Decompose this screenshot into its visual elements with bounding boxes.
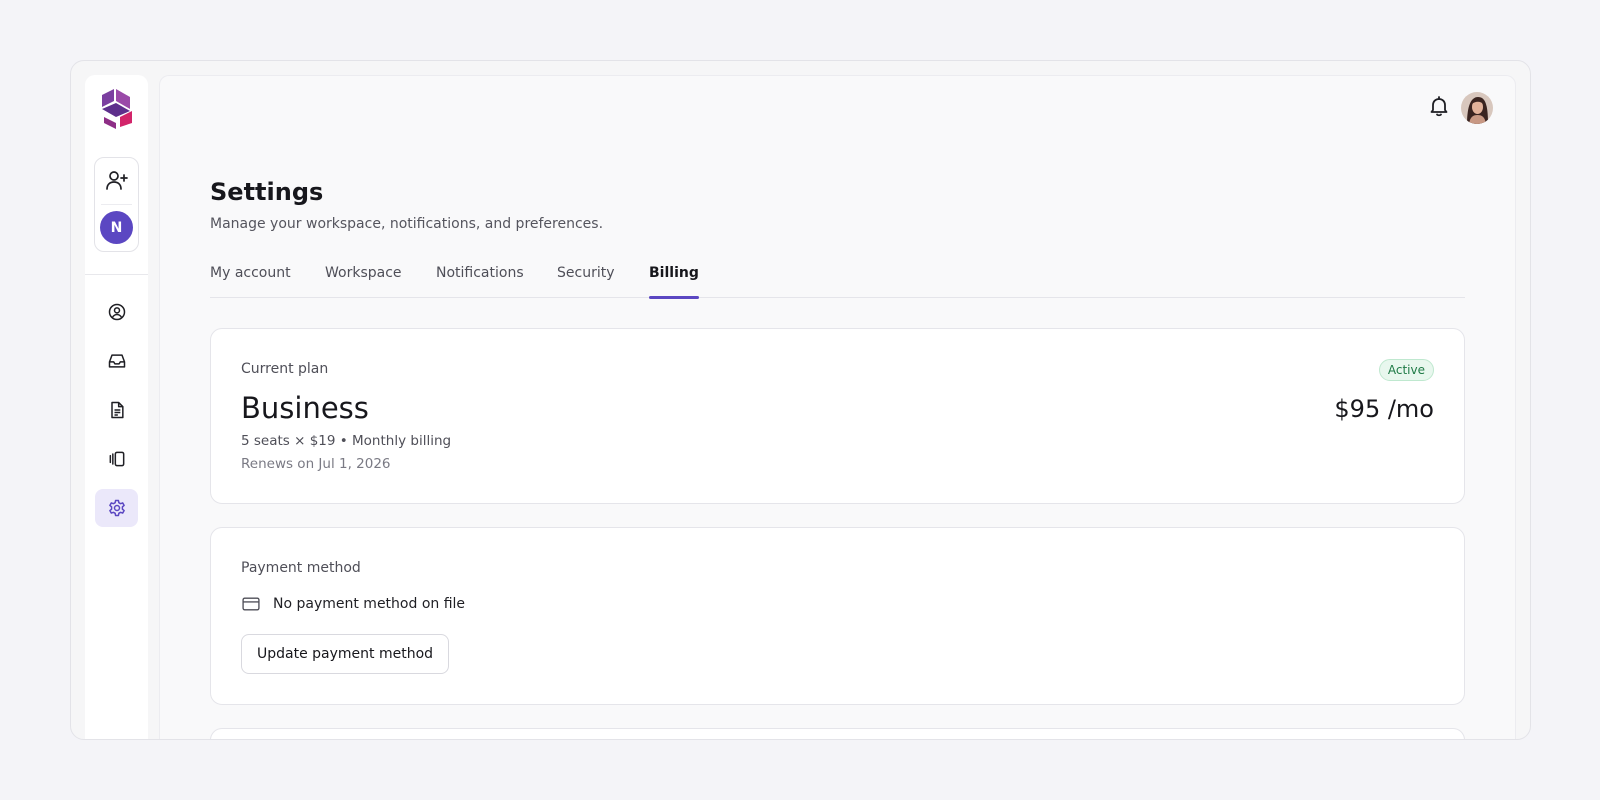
- update-payment-button[interactable]: Update payment method: [241, 634, 450, 674]
- tab-notifications[interactable]: Notifications: [436, 265, 524, 298]
- plan-price: $95 /mo: [1334, 395, 1434, 423]
- sidebar: N: [85, 75, 148, 739]
- sidebar-item-settings[interactable]: [95, 489, 138, 527]
- team-switcher: N: [94, 157, 139, 252]
- user-photo: [1461, 92, 1493, 124]
- payment-method-label: Payment method: [241, 560, 361, 576]
- sidebar-item-profile[interactable]: [95, 293, 138, 331]
- tab-my-account[interactable]: My account: [210, 265, 291, 298]
- plan-name: Business: [241, 391, 369, 425]
- page-title: Settings: [210, 178, 324, 206]
- credit-card-icon: [242, 597, 260, 611]
- current-plan-label: Current plan: [241, 361, 329, 377]
- team-box-divider: [101, 204, 132, 205]
- gear-icon: [108, 499, 125, 517]
- inbox-icon: [108, 354, 125, 368]
- tab-security[interactable]: Security: [557, 265, 615, 298]
- settings-tabs: My account Workspace Notifications Secur…: [210, 265, 1465, 299]
- status-badge: Active: [1378, 359, 1434, 381]
- plan-details: 5 seats × $19 • Monthly billing: [241, 433, 452, 449]
- tab-billing[interactable]: Billing: [649, 265, 699, 299]
- add-user-icon[interactable]: [105, 168, 129, 192]
- payment-method-row: No payment method on file: [241, 594, 465, 614]
- document-icon: [110, 401, 124, 419]
- bell-icon[interactable]: [1427, 94, 1451, 118]
- main-content: Settings Manage your workspace, notifica…: [159, 75, 1516, 739]
- sidebar-item-inbox[interactable]: [95, 342, 138, 380]
- user-avatar[interactable]: [1461, 92, 1493, 124]
- user-circle-icon: [108, 303, 125, 321]
- next-card: [210, 728, 1465, 739]
- cards-icon: [109, 451, 124, 467]
- app-window: N Settings Manage your workspace, notifi…: [70, 60, 1531, 740]
- tab-workspace[interactable]: Workspace: [325, 265, 402, 298]
- app-logo: [102, 89, 132, 129]
- team-avatar[interactable]: N: [100, 211, 133, 244]
- current-plan-card: Current plan Business 5 seats × $19 • Mo…: [210, 328, 1465, 504]
- payment-method-status: No payment method on file: [273, 596, 466, 612]
- page-subtitle: Manage your workspace, notifications, an…: [210, 216, 604, 232]
- payment-method-card: Payment method No payment method on file…: [210, 527, 1465, 705]
- plan-renewal-date: Renews on Jul 1, 2026: [241, 456, 391, 472]
- sidebar-item-documents[interactable]: [95, 391, 138, 429]
- sidebar-divider: [85, 274, 148, 275]
- sidebar-item-boards[interactable]: [95, 440, 138, 478]
